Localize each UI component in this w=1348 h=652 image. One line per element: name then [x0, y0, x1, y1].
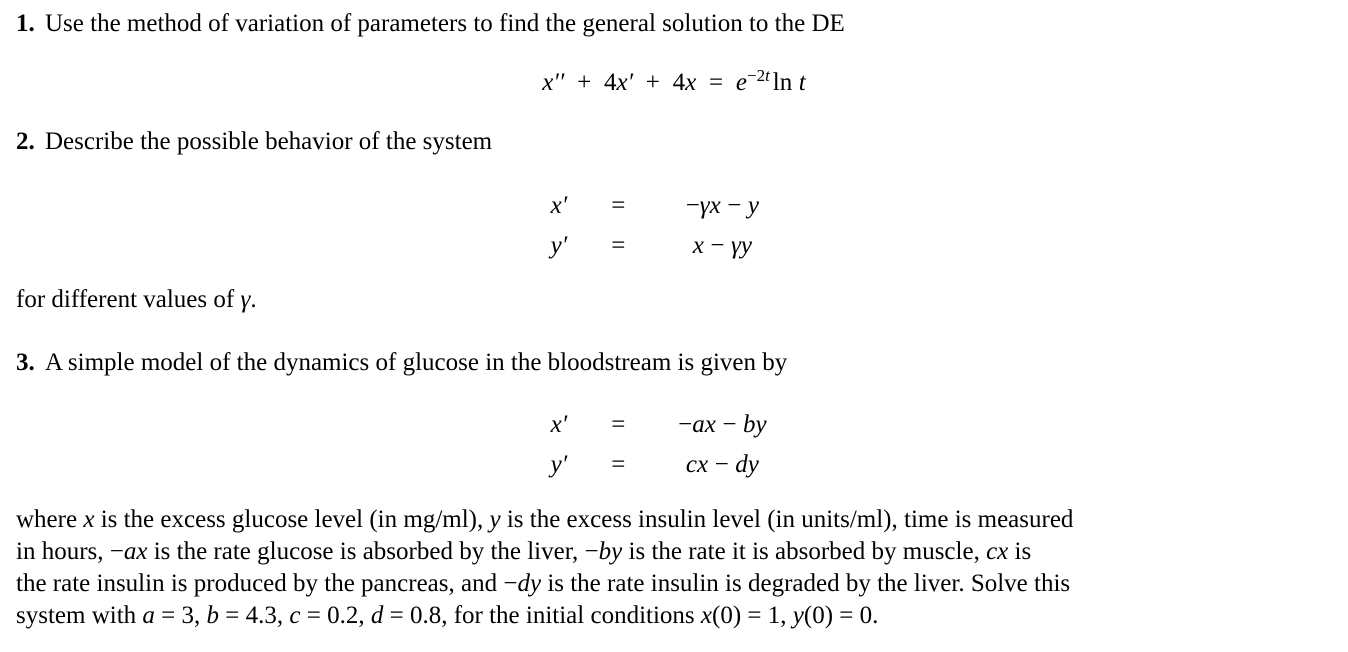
problem-2-row1-relation: =: [611, 192, 626, 219]
problem-2-row2-lhs: y′: [550, 232, 568, 259]
problem-3-description-line-3: the rate insulin is produced by the panc…: [16, 570, 1071, 597]
problem-3-description: where x is the excess glucose level (in …: [16, 504, 1268, 632]
problem-2-row1-rhs: −γx − y: [685, 192, 759, 219]
problem-3-description-line-1: where x is the excess glucose level (in …: [16, 506, 1074, 533]
problem-2-system-row-2: y′ = x − γy: [551, 226, 798, 266]
document-page: 1. Use the method of variation of parame…: [0, 0, 1348, 652]
problem-1: 1. Use the method of variation of parame…: [16, 8, 1296, 40]
problem-2-row2-relation: =: [611, 232, 626, 259]
problem-3-row2-rhs: cx − dy: [685, 451, 759, 478]
problem-2-row2-rhs: x − γy: [692, 232, 752, 259]
problem-2-system-table: x′ = −γx − y y′ = x − γy: [551, 186, 798, 266]
problem-2-system: x′ = −γx − y y′ = x − γy: [0, 186, 1348, 266]
problem-3-row1-rhs: −ax − by: [678, 411, 767, 438]
problem-3-system-table: x′ = −ax − by y′ = cx − dy: [551, 405, 798, 485]
problem-3-system-row-1: x′ = −ax − by: [551, 405, 798, 445]
problem-3-row2-lhs: y′: [550, 451, 568, 478]
problem-3-row1-lhs: x′: [550, 411, 568, 438]
problem-3: 3. A simple model of the dynamics of glu…: [16, 347, 1296, 379]
problem-2-trailer: for different values of γ.: [16, 286, 257, 313]
problem-2-text: Describe the possible behavior of the sy…: [45, 128, 493, 155]
problem-2-row1-lhs: x′: [550, 192, 568, 219]
problem-3-description-line-4: system with a = 3, b = 4.3, c = 0.2, d =…: [16, 602, 879, 629]
problem-1-text: Use the method of variation of parameter…: [45, 10, 845, 37]
problem-1-number: 1.: [16, 10, 35, 37]
problem-2: 2. Describe the possible behavior of the…: [16, 126, 1296, 158]
problem-3-row1-relation: =: [611, 411, 626, 438]
problem-1-equation: x′′ + 4x′ + 4x = e−2t ln t: [542, 66, 806, 96]
problem-3-description-line-2: in hours, −ax is the rate glucose is abs…: [16, 538, 1032, 565]
problem-3-row2-relation: =: [611, 451, 626, 478]
problem-3-system: x′ = −ax − by y′ = cx − dy: [0, 405, 1348, 485]
problem-3-number: 3.: [16, 349, 35, 376]
problem-2-number: 2.: [16, 128, 35, 155]
problem-3-system-row-2: y′ = cx − dy: [551, 445, 798, 485]
problem-2-system-row-1: x′ = −γx − y: [551, 186, 798, 226]
problem-3-text: A simple model of the dynamics of glucos…: [45, 349, 788, 376]
